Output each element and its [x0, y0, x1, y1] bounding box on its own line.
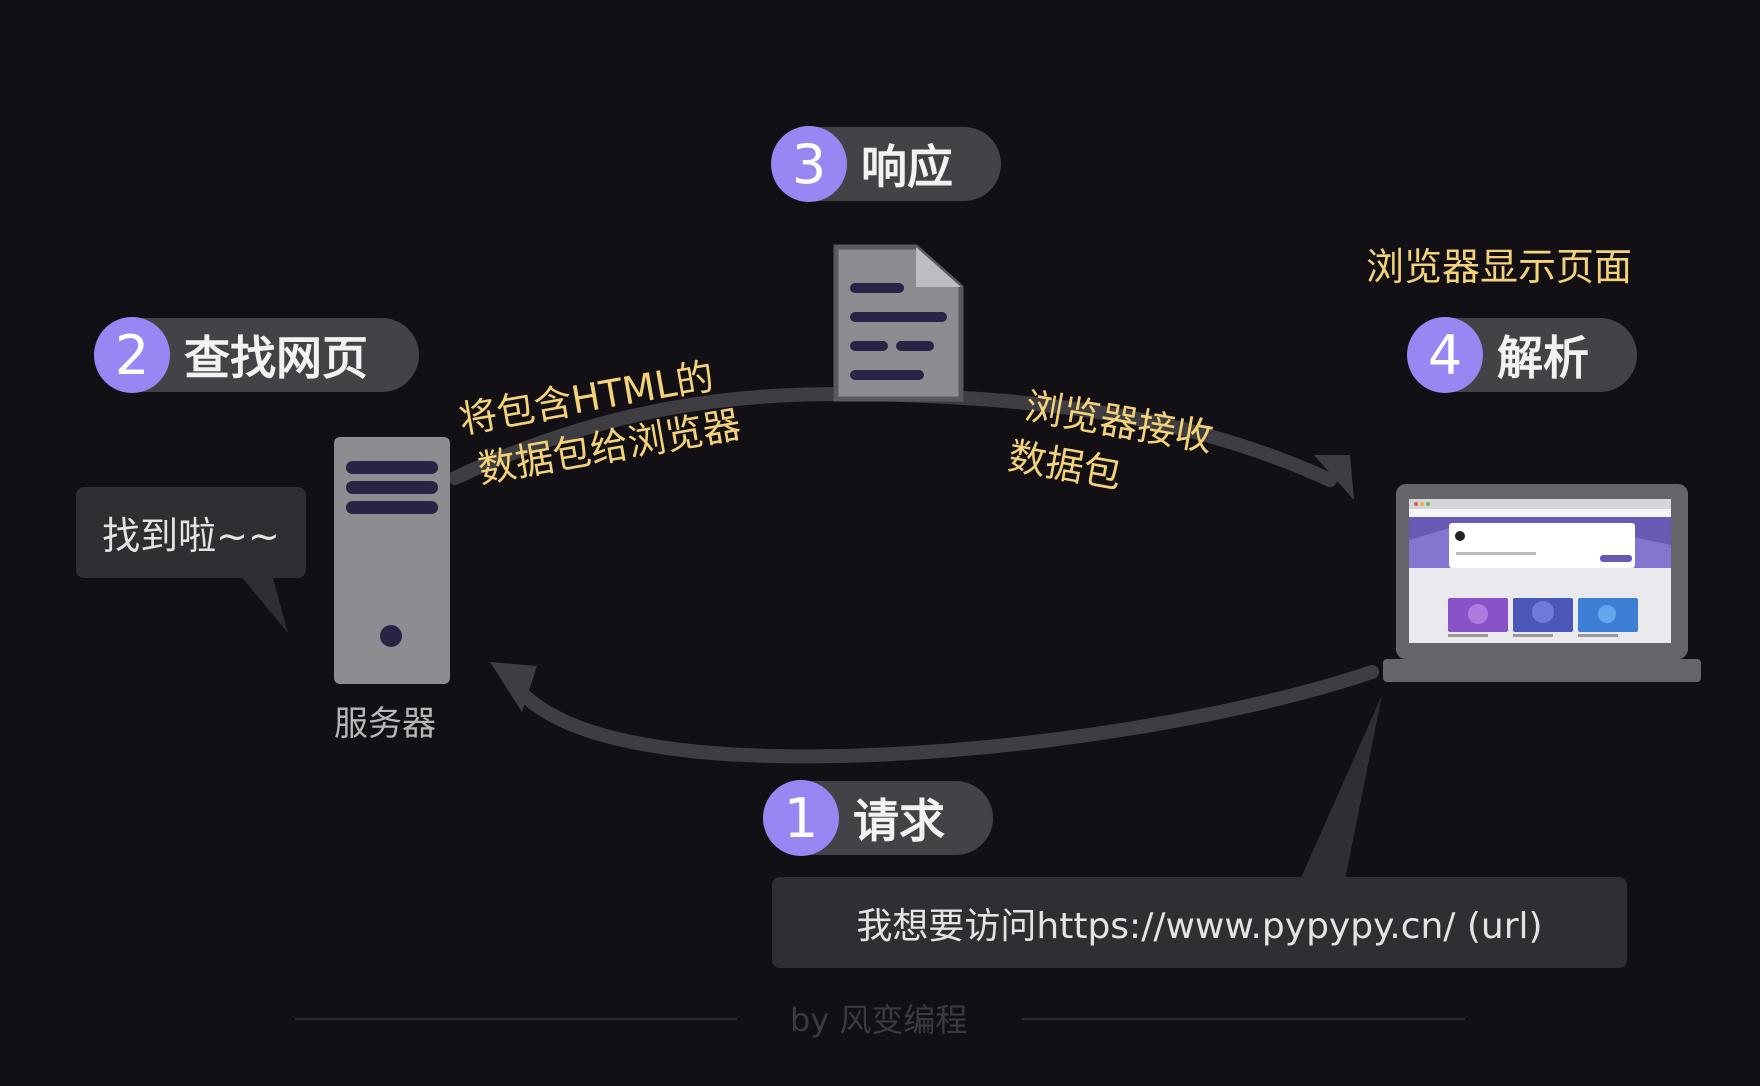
step-1-number: 1 — [763, 780, 839, 856]
request-bubble-text: 我想要访问https://www.pypypy.cn/ (url) — [856, 905, 1543, 947]
step-3-response: 3 响应 — [771, 126, 1001, 202]
step-4-parse: 4 解析 — [1407, 317, 1637, 393]
step-3-number: 3 — [771, 126, 847, 202]
request-bubble: 我想要访问https://www.pypypy.cn/ (url) — [772, 877, 1627, 968]
footer-credit: by 风变编程 — [790, 1001, 968, 1039]
found-bubble: 找到啦~~ — [76, 487, 306, 578]
display-annotation: 浏览器显示页面 — [1366, 245, 1633, 289]
step-2-find-page: 2 查找网页 — [94, 317, 419, 393]
step-1-request: 1 请求 — [763, 780, 993, 856]
step-4-number: 4 — [1407, 317, 1483, 393]
step-2-number: 2 — [94, 317, 170, 393]
step-4-label: 解析 — [1497, 331, 1589, 385]
found-bubble-text: 找到啦~~ — [102, 514, 280, 558]
step-1-label: 请求 — [853, 794, 945, 848]
step-3-label: 响应 — [861, 140, 953, 194]
step-2-label: 查找网页 — [184, 331, 368, 385]
server-label: 服务器 — [334, 704, 436, 744]
